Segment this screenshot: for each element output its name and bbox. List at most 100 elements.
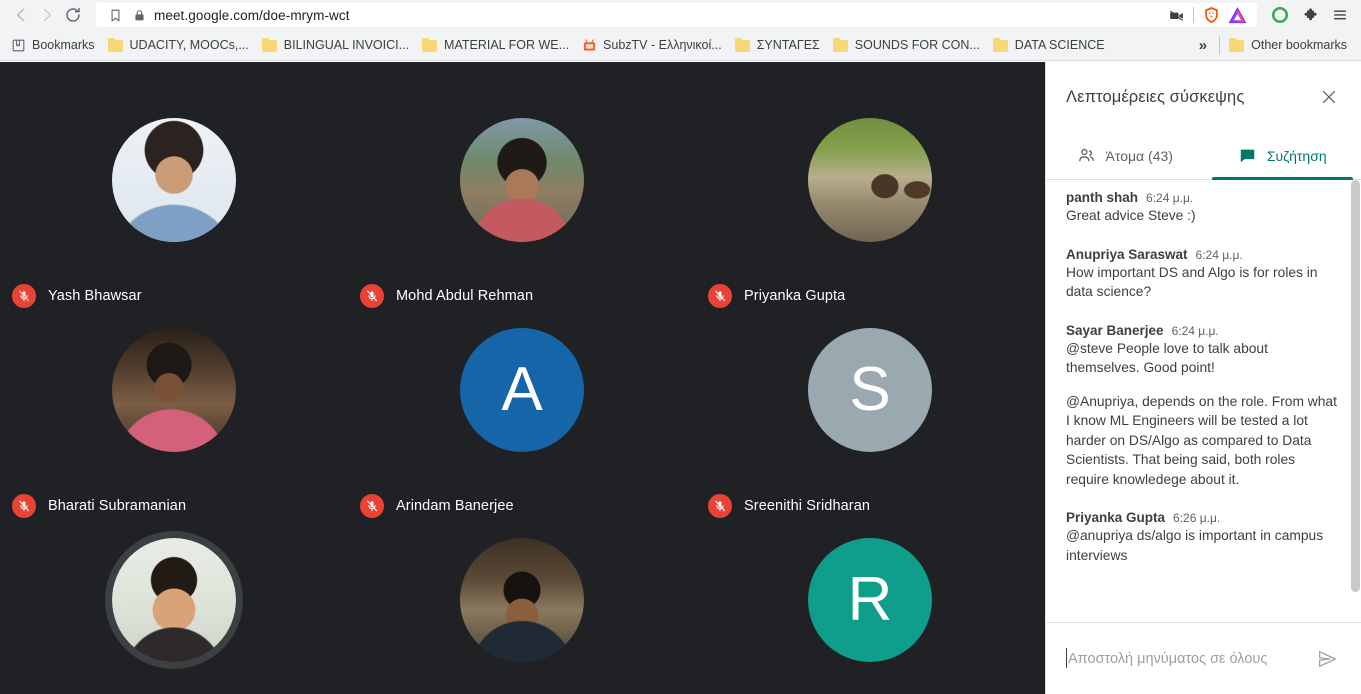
chat-bubble-glyph <box>1241 149 1255 163</box>
participant-footer: Yash Bhawsar <box>12 284 142 308</box>
bookmark-item-bookmarks[interactable]: Bookmarks <box>6 35 103 56</box>
meeting-details-panel: Λεπτομέρειες σύσκεψης Άτομα (43) Συζήτησ… <box>1045 62 1361 694</box>
chat-bubble-icon <box>1238 146 1258 166</box>
panel-tabs: Άτομα (43) Συζήτηση <box>1046 132 1361 180</box>
chat-author: Priyanka Gupta <box>1066 510 1166 525</box>
profile-avatar-icon[interactable] <box>1267 2 1293 28</box>
reload-button[interactable] <box>60 2 86 28</box>
avatar-initial: A <box>501 355 543 424</box>
chat-input-wrap[interactable] <box>1066 643 1301 675</box>
brave-lion-icon[interactable] <box>1199 3 1223 27</box>
chat-text: @anupriya ds/algo is important in campus… <box>1066 528 1324 563</box>
participant-name: Sreenithi Sridharan <box>744 498 871 514</box>
chat-timestamp: 6:24 μ.μ. <box>1195 247 1243 262</box>
toolbar-right-icons <box>1261 2 1353 28</box>
mic-off-glyph <box>19 290 29 302</box>
photo-bharati <box>112 328 236 452</box>
bookmark-label: SubzTV - Ελληνικοί... <box>603 38 722 52</box>
chat-message-header: Priyanka Gupta 6:26 μ.μ. <box>1066 510 1341 525</box>
participant-tile[interactable]: Bharati Subramanian <box>0 318 348 528</box>
participant-footer: Bharati Subramanian <box>12 494 186 518</box>
bookmark-item-udacity[interactable]: UDACITY, MOOCs,... <box>103 35 257 55</box>
photo-mohd <box>460 118 584 242</box>
bookmark-item-material-for-we[interactable]: MATERIAL FOR WE... <box>417 35 577 55</box>
send-message-button[interactable] <box>1311 643 1343 675</box>
back-arrow-icon <box>16 8 25 22</box>
participant-name: Arindam Banerjee <box>396 498 514 514</box>
participant-grid: Yash Bhawsar Mohd Abdul Rehman Priyanka … <box>0 62 1045 694</box>
participant-tile[interactable]: Yash Bhawsar <box>0 108 348 318</box>
brave-shield-icon <box>1204 7 1218 23</box>
bookmark-item-bilingual-invoicing[interactable]: BILINGUAL INVOICI... <box>257 35 417 55</box>
chat-message: Sayar Banerjee 6:24 μ.μ. @steve People l… <box>1066 323 1341 490</box>
camera-blocked-icon[interactable] <box>1164 3 1188 27</box>
chat-scrollbar-thumb[interactable] <box>1351 180 1360 592</box>
bookmark-item-other-bookmarks[interactable]: Other bookmarks <box>1224 35 1355 55</box>
participant-tile[interactable]: Steve Paek <box>0 528 348 694</box>
folder-icon <box>1229 38 1245 52</box>
chat-message-input[interactable] <box>1066 650 1301 667</box>
forward-arrow-icon <box>43 8 52 22</box>
chat-scrollbar[interactable] <box>1350 180 1361 622</box>
bookmark-label: Other bookmarks <box>1251 38 1347 52</box>
chat-text: @Anupriya, depends on the role. From wha… <box>1066 393 1337 487</box>
bookmark-item-syntages[interactable]: ΣΥΝΤΑΓΕΣ <box>730 35 828 55</box>
bookmark-label: UDACITY, MOOCs,... <box>129 38 249 52</box>
participant-name: Yash Bhawsar <box>48 288 142 304</box>
send-icon <box>1319 650 1336 667</box>
bookmark-label: SOUNDS FOR CON... <box>854 38 980 52</box>
avatar: S <box>808 328 932 452</box>
participant-photo <box>460 118 584 242</box>
tab-people[interactable]: Άτομα (43) <box>1046 132 1204 179</box>
folder-icon <box>422 38 438 52</box>
bookmark-item-sounds-for-con[interactable]: SOUNDS FOR CON... <box>828 35 988 55</box>
avatar <box>112 118 236 242</box>
mic-muted-icon <box>360 284 384 308</box>
chat-message-header: panth shah 6:24 μ.μ. <box>1066 190 1341 205</box>
participant-tile[interactable]: A Arindam Banerjee <box>348 318 696 528</box>
bookmark-item-subztv[interactable]: SubzTV - Ελληνικοί... <box>577 35 730 56</box>
participant-footer: Mohd Abdul Rehman <box>360 284 533 308</box>
bookmarks-book-icon <box>11 38 26 53</box>
forward-button[interactable] <box>34 2 60 28</box>
chat-message-list[interactable]: panth shah 6:24 μ.μ. Great advice Steve … <box>1046 180 1361 622</box>
bookmark-item-data-science[interactable]: DATA SCIENCE <box>988 35 1113 55</box>
bookmark-label: ΣΥΝΤΑΓΕΣ <box>756 38 820 52</box>
hamburger-icon <box>1334 10 1346 20</box>
tab-chat[interactable]: Συζήτηση <box>1204 132 1361 180</box>
chat-timestamp: 6:24 μ.μ. <box>1146 191 1194 205</box>
participant-tile[interactable]: Mohd Abdul Rehman <box>348 108 696 318</box>
avatar: A <box>460 328 584 452</box>
meet-video-stage: Yash Bhawsar Mohd Abdul Rehman Priyanka … <box>0 62 1045 694</box>
bat-triangle-icon[interactable] <box>1225 3 1249 27</box>
mic-off-glyph <box>367 290 377 302</box>
url-text: meet.google.com/doe-mrym-wct <box>154 7 350 23</box>
address-bar[interactable]: meet.google.com/doe-mrym-wct <box>96 3 1257 27</box>
bookmarks-overflow-button[interactable]: » <box>1191 37 1215 54</box>
mic-muted-icon <box>12 494 36 518</box>
menu-hamburger-icon[interactable] <box>1327 2 1353 28</box>
mic-off-glyph <box>715 500 725 512</box>
chat-author: Anupriya Saraswat <box>1066 246 1188 262</box>
participant-tile[interactable]: Harshit Rai <box>348 528 696 694</box>
participant-tile[interactable]: R Rohan Smith <box>696 528 1044 694</box>
chat-message-header: Anupriya Saraswat 6:24 μ.μ. <box>1066 247 1341 262</box>
participant-footer: Arindam Banerjee <box>360 494 514 518</box>
chat-text: Great advice Steve :) <box>1066 208 1196 223</box>
participant-footer: Priyanka Gupta <box>708 284 845 308</box>
folder-icon <box>261 38 278 52</box>
avatar-initial: S <box>849 355 891 424</box>
folder-icon <box>992 38 1009 52</box>
extensions-puzzle-icon[interactable] <box>1297 2 1323 28</box>
participant-tile[interactable]: S Sreenithi Sridharan <box>696 318 1044 528</box>
chat-text: @steve People love to talk about themsel… <box>1066 340 1268 376</box>
mic-muted-icon <box>708 494 732 518</box>
back-button[interactable] <box>8 2 34 28</box>
site-security-button[interactable] <box>128 4 150 26</box>
chat-message: Anupriya Saraswat 6:24 μ.μ. How importan… <box>1066 247 1341 302</box>
people-icon <box>1077 146 1097 166</box>
participant-tile[interactable]: Priyanka Gupta <box>696 108 1044 318</box>
close-panel-button[interactable] <box>1315 83 1343 111</box>
bookmark-this-page-button[interactable] <box>104 4 126 26</box>
bookmark-label: MATERIAL FOR WE... <box>444 38 570 52</box>
